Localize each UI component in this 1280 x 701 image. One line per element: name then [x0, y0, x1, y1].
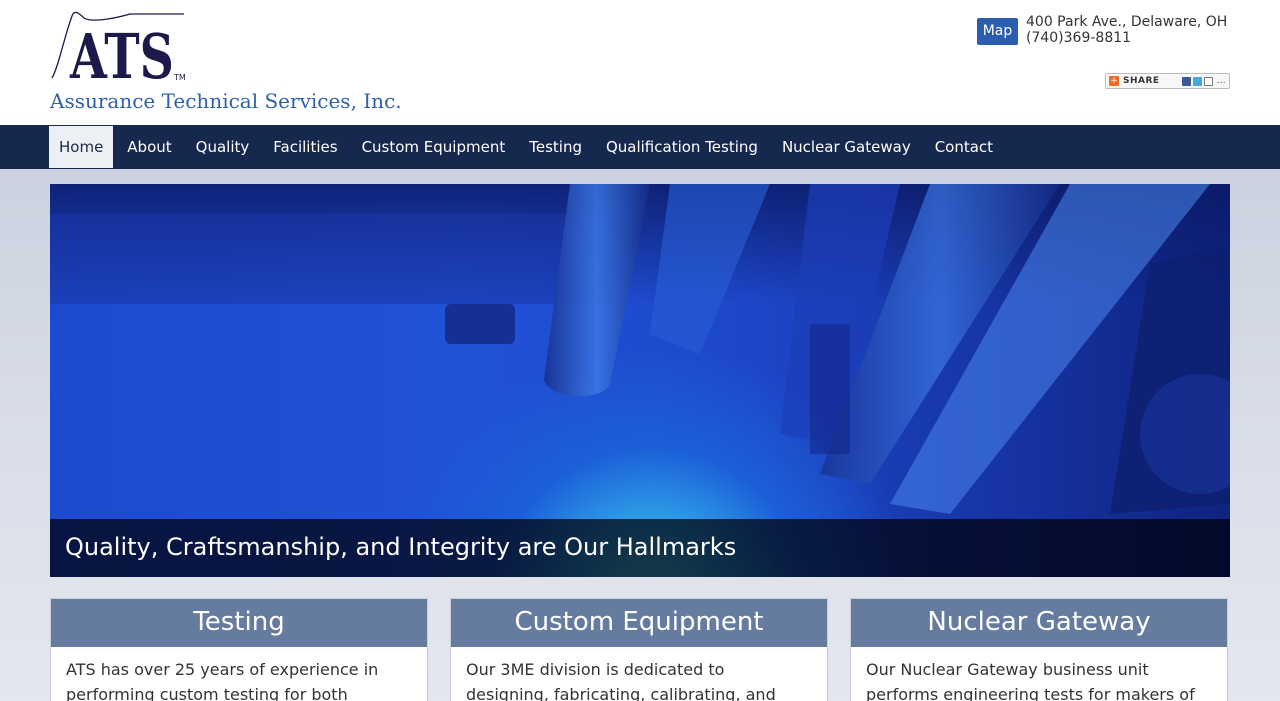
social-icons: … — [1181, 76, 1226, 86]
hero-slideshow[interactable]: Quality, Craftsmanship, and Integrity ar… — [50, 184, 1230, 577]
card-text: ATS has over 25 years of experience in p… — [66, 660, 379, 701]
address-line: 400 Park Ave., Delaware, OH — [1026, 14, 1228, 30]
nav-item-custom-equipment[interactable]: Custom Equipment — [350, 126, 518, 168]
card-testing: Testing ATS has over 25 years of experie… — [50, 598, 428, 701]
svg-text:ATS: ATS — [69, 20, 174, 86]
card-nuclear-gateway: Nuclear Gateway Our Nuclear Gateway busi… — [850, 598, 1228, 701]
nav-item-home[interactable]: Home — [49, 126, 114, 168]
nav-list: Home About Quality Facilities Custom Equ… — [49, 126, 1005, 168]
company-name: Assurance Technical Services, Inc. — [50, 89, 402, 113]
email-icon — [1203, 76, 1213, 86]
map-button[interactable]: Map — [977, 18, 1018, 45]
nav-item-qualification-testing[interactable]: Qualification Testing — [594, 126, 770, 168]
facebook-icon — [1181, 76, 1191, 86]
card-text: Our Nuclear Gateway business unit perfor… — [866, 660, 1195, 701]
card-custom-equipment: Custom Equipment Our 3ME division is ded… — [450, 598, 828, 701]
contact-info: 400 Park Ave., Delaware, OH (740)369-881… — [1026, 14, 1227, 46]
nav-item-quality[interactable]: Quality — [184, 126, 262, 168]
phone-number[interactable]: (740)369-8811 — [1026, 30, 1227, 46]
card-title[interactable]: Nuclear Gateway — [851, 599, 1227, 647]
card-text: Our 3ME division is dedicated to designi… — [466, 660, 776, 701]
main-navigation: Home About Quality Facilities Custom Equ… — [0, 125, 1280, 169]
share-button[interactable]: + SHARE … — [1105, 73, 1230, 89]
twitter-icon — [1192, 76, 1202, 86]
card-title[interactable]: Custom Equipment — [451, 599, 827, 647]
more-icon: … — [1216, 76, 1226, 86]
site-header: ATS TM Assurance Technical Services, Inc… — [0, 0, 1280, 125]
ats-logo[interactable]: ATS TM — [50, 8, 190, 93]
share-label: SHARE — [1123, 76, 1160, 86]
nav-item-about[interactable]: About — [115, 126, 183, 168]
plus-icon: + — [1109, 76, 1119, 86]
nav-item-contact[interactable]: Contact — [923, 126, 1005, 168]
hero-caption-text: Quality, Craftsmanship, and Integrity ar… — [65, 533, 737, 561]
nav-item-nuclear-gateway[interactable]: Nuclear Gateway — [770, 126, 923, 168]
trademark-mark: TM — [173, 73, 186, 82]
nav-item-testing[interactable]: Testing — [517, 126, 594, 168]
nav-item-facilities[interactable]: Facilities — [261, 126, 349, 168]
card-title[interactable]: Testing — [51, 599, 427, 647]
hero-caption: Quality, Craftsmanship, and Integrity ar… — [50, 519, 1230, 577]
